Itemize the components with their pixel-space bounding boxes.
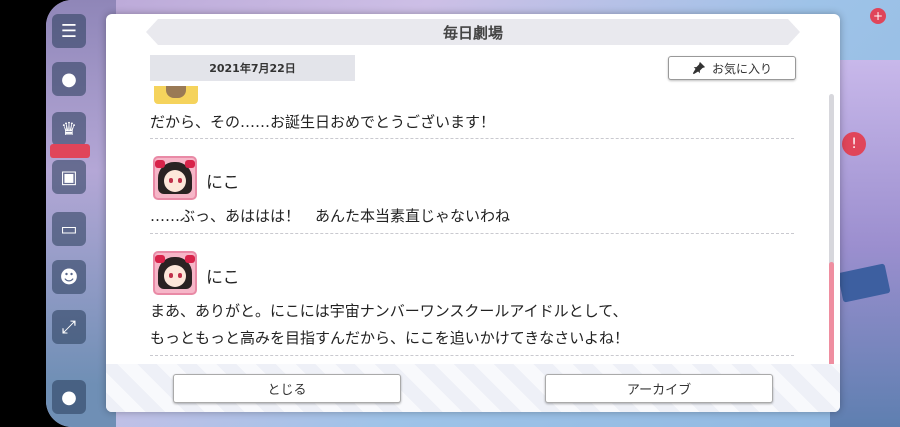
notification-badge-icon: ! (842, 132, 866, 156)
close-button[interactable]: とじる (173, 374, 401, 403)
speaker-name: にこ (206, 173, 240, 193)
divider (150, 138, 794, 139)
trophy-icon[interactable]: ♛ (52, 112, 86, 146)
dialogue-log[interactable]: だから、その……お誕生日おめでとうございます！ にこ ……ぶっ、あははは！ あん… (150, 86, 794, 361)
sidebar-badge (50, 144, 90, 158)
group-icon[interactable]: ☻ (52, 260, 86, 294)
favorite-label: お気に入り (711, 61, 772, 76)
daily-theater-modal: 毎日劇場 2021年7月22日 お気に入り だから、その……お誕生日おめでとうご… (106, 14, 840, 412)
scrollbar[interactable] (829, 94, 834, 366)
dialogue-line: ……ぶっ、あははは！ あんた本当素直じゃないわね (150, 207, 511, 225)
gift-icon[interactable]: ▣ (52, 160, 86, 194)
dialogue-line: だから、その……お誕生日おめでとうございます！ (150, 113, 496, 131)
favorite-button[interactable]: お気に入り (668, 56, 796, 80)
divider (150, 355, 794, 356)
dialogue-line: まあ、ありがと。にこには宇宙ナンバーワンスクールアイドルとして、 (150, 302, 628, 320)
modal-footer: とじる アーカイブ (106, 364, 840, 412)
speaker-avatar-niko (153, 156, 197, 200)
expand-icon[interactable]: ⤢ (52, 310, 86, 344)
date-label: 2021年7月22日 (150, 55, 355, 81)
dialogue-line: もっともっと高みを目指すんだから、にこを追いかけてきなさいよね！ (150, 329, 629, 347)
screen-icon[interactable]: ▭ (52, 212, 86, 246)
scrollbar-thumb[interactable] (829, 262, 834, 366)
modal-title: 毎日劇場 (146, 19, 800, 45)
profile-icon[interactable]: ● (52, 380, 86, 414)
speaker-avatar-partial (154, 86, 198, 104)
speaker-name: にこ (206, 268, 240, 288)
plus-icon[interactable]: + (870, 8, 886, 24)
menu-icon[interactable]: ☰ (52, 14, 86, 48)
background-right-scenery (830, 60, 900, 427)
pin-icon (692, 61, 706, 75)
left-sidebar: ☰ ● ♛ ▣ ▭ ☻ ⤢ ● (50, 8, 90, 418)
speaker-avatar-niko (153, 251, 197, 295)
chat-icon[interactable]: ● (52, 62, 86, 96)
divider (150, 233, 794, 234)
archive-button[interactable]: アーカイブ (545, 374, 773, 403)
